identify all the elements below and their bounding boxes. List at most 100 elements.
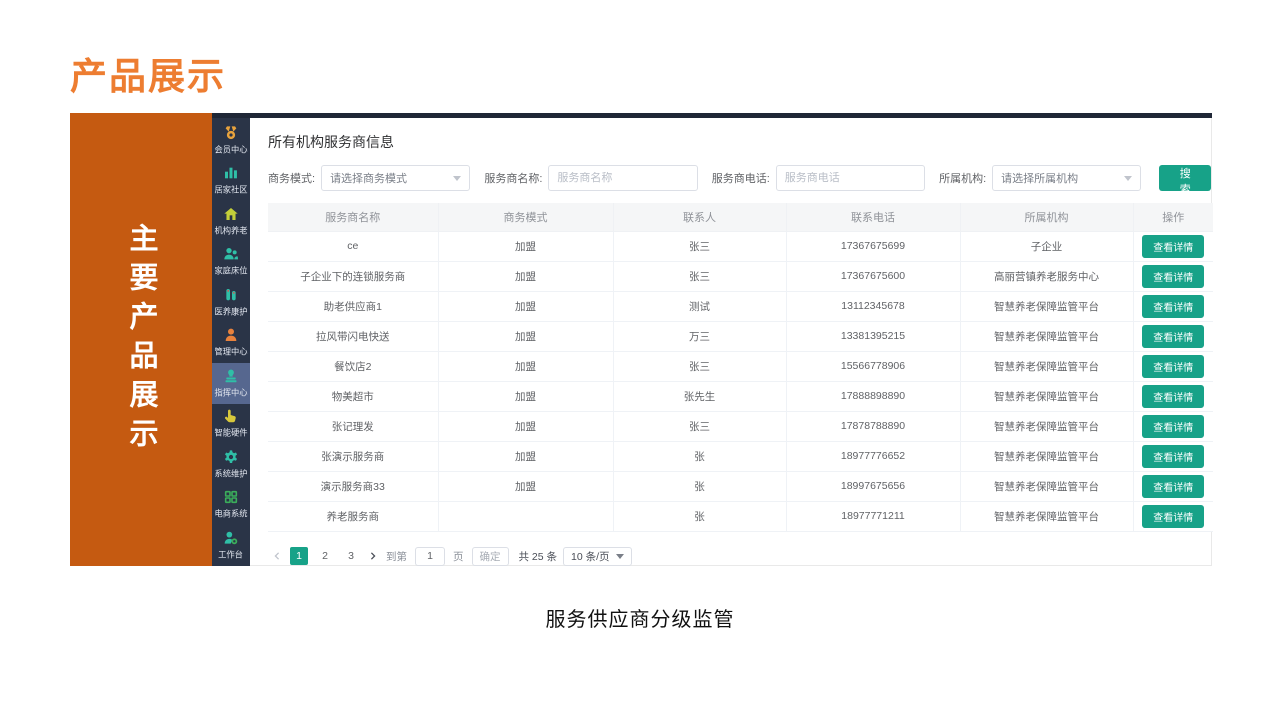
table-cell: 测试 [612,291,787,322]
provider-phone-input-wrap [775,165,926,191]
goto-confirm-button[interactable]: 确定 [471,546,509,566]
family-icon [223,246,239,262]
column-header: 服务商名称 [268,203,439,232]
hand-icon [223,408,239,424]
provider-phone-input[interactable] [784,172,917,184]
action-cell: 查看详情 [1132,291,1213,322]
table-cell: ce [268,231,439,262]
app-sidebar: 会员中心居家社区机构养老家庭床位医养康护管理中心指挥中心智能硬件系统维护电商系统… [212,118,250,566]
table-row: 餐饮店2 加盟 张三 15566778906 智慧养老保障监管平台 查看详情 [268,351,1213,382]
sidebar-item-9[interactable]: 系统维护 [212,444,250,485]
product-screenshot: 主要产品展示 会员中心居家社区机构养老家庭床位医养康护管理中心指挥中心智能硬件系… [70,113,1213,566]
gear-icon [223,449,239,465]
slide: 产品展示 主要产品展示 会员中心 居家社区 机构养老 家庭床位 医养康护 管理中心 指挥中心… [0,0,1280,720]
workbench-icon [223,530,239,546]
admin-app-window: 会员中心居家社区机构养老家庭床位医养康护管理中心指挥中心智能硬件系统维护电商系统… [212,113,1213,566]
column-header: 操作 [1132,203,1213,232]
sidebar-item-label: 机构养老 [214,226,248,236]
table-cell: 智慧养老保障监管平台 [959,501,1134,532]
sidebar-item-label: 会员中心 [214,145,248,155]
table-cell: 智慧养老保障监管平台 [959,441,1134,472]
view-detail-button[interactable]: 查看详情 [1142,324,1205,348]
page-number-2[interactable]: 2 [316,547,334,565]
table-cell: 15566778906 [785,351,961,382]
next-page-button[interactable] [364,547,382,565]
sidebar-item-label: 指挥中心 [214,388,248,398]
sidebar-item-2[interactable]: 居家社区 [212,161,250,202]
table-row: 张演示服务商 加盟张 18977776652 智慧养老保障监管平台 查看详情 [268,441,1213,472]
sidebar-item-6[interactable]: 管理中心 [212,323,250,364]
view-detail-button[interactable]: 查看详情 [1142,384,1205,408]
sidebar-item-7[interactable]: 指挥中心 [212,363,250,404]
sidebar-item-label: 管理中心 [214,347,248,357]
sidebar-item-8[interactable]: 智能硬件 [212,404,250,445]
view-detail-button[interactable]: 查看详情 [1142,294,1205,318]
view-detail-button[interactable]: 查看详情 [1142,234,1205,258]
chevron-down-icon [453,175,462,181]
table-cell: 养老服务商 [268,501,439,532]
page-number-1[interactable]: 1 [290,547,308,565]
page-number-3[interactable]: 3 [342,547,360,565]
table-cell: 智慧养老保障监管平台 [959,291,1134,322]
provider-name-input[interactable] [557,172,689,184]
institution-select[interactable]: 请选择所属机构 [992,165,1142,191]
business-mode-select[interactable]: 请选择商务模式 [321,165,471,191]
table-cell: 拉风带闪电快送 [268,321,439,352]
column-header: 联系电话 [785,203,961,232]
table-cell: 智慧养老保障监管平台 [959,321,1134,352]
table-row: 张记理发 加盟 张三 17878788890 智慧养老保障监管平台 查看详情 [268,411,1213,442]
page-numbers: 123 [286,547,364,565]
banner-text: 主要产品展示 [125,222,157,457]
goto-page-input[interactable] [415,546,445,566]
sidebar-item-11[interactable]: 工作台 [212,525,250,566]
sidebar-item-1[interactable]: 会员中心 [212,120,250,161]
sidebar-item-4[interactable]: 家庭床位 [212,242,250,283]
chevron-left-icon [274,552,280,560]
page-size-select[interactable]: 10 条/页 [563,546,632,566]
table-cell: 加盟 [437,411,614,442]
table-row: 子企业下的连锁服务商 加盟 张三 17367675600 高丽营镇养老服务中心 查看详情 [268,261,1213,292]
prev-page-button[interactable] [268,547,286,565]
table-cell: 加盟 [437,291,614,322]
sidebar-item-5[interactable]: 医养康护 [212,282,250,323]
provider-phone-input-label: 服务商电话: [711,173,770,185]
action-cell: 查看详情 [1132,351,1213,382]
table-cell: 13112345678 [785,291,961,322]
view-detail-button[interactable]: 查看详情 [1142,264,1205,288]
view-detail-button[interactable]: 查看详情 [1142,354,1205,378]
provider-name-input-wrap [548,165,698,191]
table-cell: 餐饮店2 [268,351,439,382]
sidebar-item-label: 系统维护 [214,469,248,479]
table-cell: 加盟 [437,231,614,262]
figure-caption: 服务供应商分级监管 [545,609,735,631]
stamp-icon [223,368,239,384]
table-cell: 张 [612,501,787,532]
person-icon [223,327,239,343]
provider-name-input-label: 服务商名称: [484,173,543,185]
table-cell: 子企业下的连锁服务商 [268,261,439,292]
table-cell: 张 [612,471,787,502]
provider-table-wrap: 服务商名称 商务模式 联系人 联系电话 所属机构 操作 ce 加盟 张三 17367675699… [268,203,1213,532]
table-cell: 17888898890 [785,381,961,412]
table-cell: 张三 [612,351,787,382]
view-detail-button[interactable]: 查看详情 [1142,504,1205,528]
sidebar-item-label: 医养康护 [214,307,248,317]
search-button[interactable]: 搜索 [1159,165,1211,196]
bar-chart-icon [223,165,239,181]
view-detail-button[interactable]: 查看详情 [1142,414,1205,438]
table-cell: 张三 [612,411,787,442]
sidebar-item-3[interactable]: 机构养老 [212,201,250,242]
table-row: 拉风带闪电快送 加盟 万三 13381395215 智慧养老保障监管平台 查看详情 [268,321,1213,352]
view-detail-button[interactable]: 查看详情 [1142,474,1205,498]
business-mode-select-label: 商务模式: [268,173,316,185]
sidebar-item-label: 居家社区 [214,185,248,195]
action-cell: 查看详情 [1132,321,1213,352]
sidebar-item-label: 电商系统 [214,509,248,519]
view-detail-button[interactable]: 查看详情 [1142,444,1205,468]
sidebar-item-label: 家庭床位 [214,266,248,276]
table-cell: 加盟 [437,471,614,502]
table-cell: 助老供应商1 [268,291,439,322]
sidebar-item-10[interactable]: 电商系统 [212,485,250,526]
table-cell: 张先生 [612,381,787,412]
table-cell: 18997675656 [785,471,961,502]
